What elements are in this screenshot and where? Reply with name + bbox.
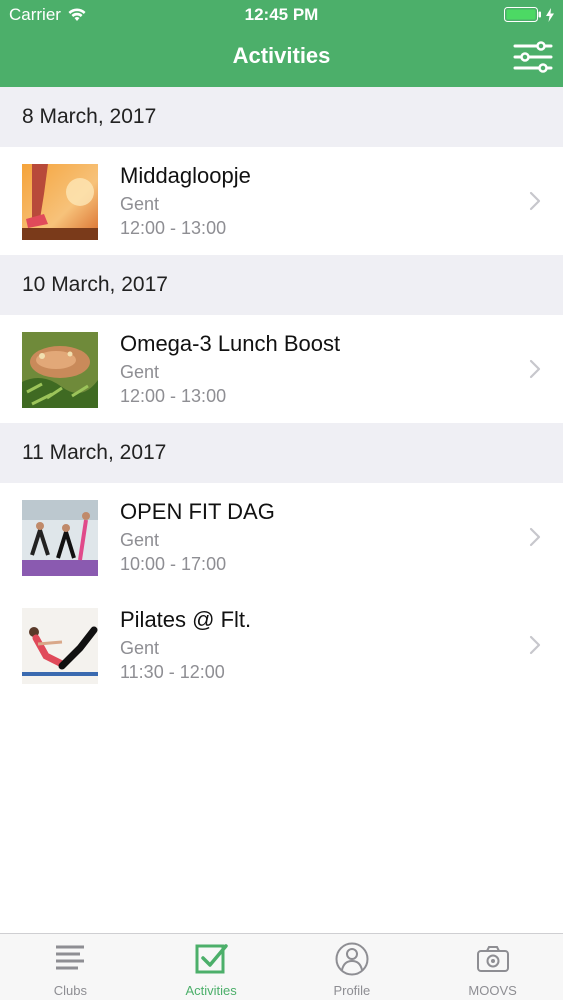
activity-title: Pilates @ Flt. bbox=[120, 607, 252, 632]
activity-title: Omega-3 Lunch Boost bbox=[120, 331, 341, 356]
activity-time: 12:00 - 13:00 bbox=[120, 218, 227, 238]
list-icon bbox=[56, 945, 85, 970]
chevron-right-icon bbox=[529, 527, 541, 547]
activity-location: Gent bbox=[120, 362, 160, 382]
tab-bar: Clubs Activities Profile MOOVS bbox=[0, 933, 563, 1000]
activity-list: 8 March, 2017 Middagloopje Gent 12:00 - … bbox=[0, 87, 563, 699]
status-bar: Carrier 12:45 PM bbox=[0, 0, 563, 30]
filter-sliders-icon[interactable] bbox=[513, 40, 553, 74]
activity-thumbnail-salmon bbox=[22, 332, 98, 408]
chevron-right-icon bbox=[529, 359, 541, 379]
activity-location: Gent bbox=[120, 530, 160, 550]
activity-title: Middagloopje bbox=[120, 163, 251, 188]
activity-location: Gent bbox=[120, 194, 160, 214]
tab-clubs[interactable]: Clubs bbox=[0, 934, 141, 1000]
chevron-right-icon bbox=[529, 191, 541, 211]
activity-time: 12:00 - 13:00 bbox=[120, 386, 227, 406]
battery-icon bbox=[504, 7, 541, 22]
activity-row[interactable]: OPEN FIT DAG Gent 10:00 - 17:00 bbox=[0, 483, 563, 591]
charging-bolt-icon bbox=[546, 7, 554, 22]
tab-profile[interactable]: Profile bbox=[282, 934, 423, 1000]
tab-label: MOOVS bbox=[468, 983, 517, 998]
activity-row[interactable]: Pilates @ Flt. Gent 11:30 - 12:00 bbox=[0, 591, 563, 699]
tab-label: Profile bbox=[333, 983, 371, 998]
activity-row[interactable]: Omega-3 Lunch Boost Gent 12:00 - 13:00 bbox=[0, 315, 563, 423]
chevron-right-icon bbox=[529, 635, 541, 655]
camera-icon bbox=[476, 946, 509, 972]
activity-title: OPEN FIT DAG bbox=[120, 499, 275, 524]
activity-time: 10:00 - 17:00 bbox=[120, 554, 227, 574]
section-header-date: 8 March, 2017 bbox=[0, 87, 563, 147]
section-header-date: 11 March, 2017 bbox=[0, 423, 563, 483]
activity-time: 11:30 - 12:00 bbox=[120, 662, 225, 682]
section-header-date: 10 March, 2017 bbox=[0, 255, 563, 315]
activity-thumbnail-fitness-class bbox=[22, 500, 98, 576]
tab-label: Clubs bbox=[53, 983, 87, 998]
activity-row[interactable]: Middagloopje Gent 12:00 - 13:00 bbox=[0, 147, 563, 255]
checkbox-icon bbox=[195, 944, 228, 974]
activity-thumbnail-pilates bbox=[22, 608, 98, 684]
status-time: 12:45 PM bbox=[244, 5, 319, 24]
page-title: Activities bbox=[232, 43, 331, 68]
tab-moovs[interactable]: MOOVS bbox=[422, 934, 563, 1000]
activity-location: Gent bbox=[120, 638, 160, 658]
navigation-header: Carrier 12:45 PM Activities bbox=[0, 0, 563, 87]
battery-indicator bbox=[504, 7, 555, 22]
activity-thumbnail-runner bbox=[22, 164, 98, 240]
tab-activities[interactable]: Activities bbox=[141, 934, 282, 1000]
person-icon bbox=[335, 942, 369, 976]
tab-label: Activities bbox=[185, 983, 237, 998]
